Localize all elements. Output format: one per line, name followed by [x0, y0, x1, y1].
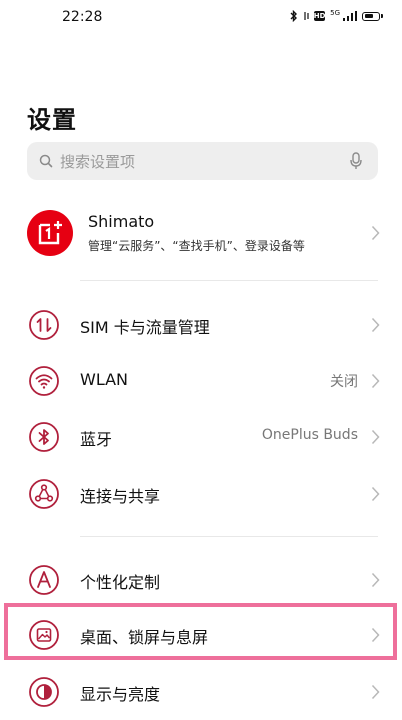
- account-subtitle: 管理“云服务”、“查找手机”、登录设备等: [88, 239, 305, 253]
- menu-value: 关闭: [330, 374, 358, 390]
- menu-value: OnePlus Buds: [261, 427, 358, 443]
- chevron-right-icon: [371, 317, 380, 333]
- account-row[interactable]: Shimato 管理“云服务”、“查找手机”、登录设备等: [0, 200, 402, 266]
- menu-label: 显示与亮度: [80, 685, 161, 704]
- network-type-label: 5G: [330, 8, 340, 17]
- brightness-icon: [29, 677, 59, 707]
- menu-label: 连接与共享: [80, 487, 161, 506]
- signal-icon: [343, 11, 357, 21]
- menu-label: 桌面、锁屏与息屏: [80, 628, 209, 647]
- wallpaper-icon: [29, 620, 59, 650]
- menu-label: 蓝牙: [80, 430, 113, 449]
- battery-level: [364, 14, 373, 18]
- divider: [80, 280, 378, 281]
- menu-label: 个性化定制: [80, 573, 161, 592]
- menu-item-bluetooth[interactable]: 蓝牙 OnePlus Buds: [0, 409, 402, 465]
- chevron-right-icon: [371, 572, 380, 588]
- share-nodes-icon: [29, 479, 59, 509]
- search-placeholder: 搜索设置项: [60, 152, 136, 171]
- menu-item-connection[interactable]: 连接与共享: [0, 466, 402, 522]
- account-name: Shimato: [88, 212, 155, 231]
- bluetooth-icon: [29, 422, 59, 452]
- avatar: [27, 210, 73, 256]
- chevron-right-icon: [371, 486, 380, 502]
- menu-label: SIM 卡与流量管理: [80, 318, 210, 337]
- hd-icon: HD: [313, 11, 326, 21]
- status-icons: HD 5G: [289, 8, 383, 22]
- search-icon: [39, 154, 53, 168]
- menu-item-display[interactable]: 显示与亮度: [0, 664, 402, 720]
- sim-data-icon: [29, 310, 59, 340]
- page-title: 设置: [27, 106, 77, 134]
- menu-label: WLAN: [80, 370, 129, 389]
- divider: [80, 536, 378, 537]
- oneplus-logo-icon: [38, 221, 62, 245]
- menu-item-personalize[interactable]: 个性化定制: [0, 552, 402, 608]
- battery-icon: [362, 11, 383, 21]
- status-time: 22:28: [62, 9, 103, 25]
- bluetooth-status-icon: [289, 10, 299, 22]
- chevron-right-icon: [371, 373, 380, 389]
- wifi-icon: [29, 366, 59, 396]
- menu-item-desktop[interactable]: 桌面、锁屏与息屏: [0, 607, 402, 663]
- personalize-icon: [29, 565, 59, 595]
- chevron-right-icon: [371, 684, 380, 700]
- vibrate-icon: [304, 11, 309, 21]
- chevron-right-icon: [371, 627, 380, 643]
- menu-item-wlan[interactable]: WLAN 关闭: [0, 353, 402, 409]
- microphone-icon[interactable]: [350, 152, 362, 170]
- chevron-right-icon: [371, 225, 380, 241]
- chevron-right-icon: [371, 429, 380, 445]
- search-input[interactable]: 搜索设置项: [27, 142, 378, 180]
- menu-item-sim[interactable]: SIM 卡与流量管理: [0, 297, 402, 353]
- status-bar: 22:28 HD 5G: [0, 0, 402, 36]
